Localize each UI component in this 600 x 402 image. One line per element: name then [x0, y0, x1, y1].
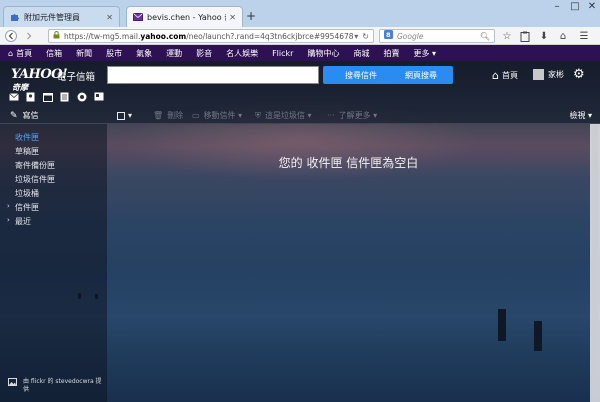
- hamburger-menu-icon[interactable]: ☰: [577, 29, 591, 43]
- ynav-celebrity[interactable]: 名人娛樂: [226, 48, 258, 59]
- newsfeed-icon[interactable]: [93, 91, 104, 102]
- close-icon[interactable]: ✕: [229, 13, 236, 22]
- chevron-right-icon[interactable]: ›: [7, 202, 10, 210]
- download-icon[interactable]: ⬇︎: [537, 29, 551, 43]
- messenger-icon[interactable]: [76, 91, 87, 102]
- url-bar[interactable]: https://tw-mg5.mail.yahoo.com/neo/launch…: [48, 29, 374, 43]
- yahoo-logo[interactable]: YAHOO! 奇摩: [6, 64, 68, 92]
- user-profile-link[interactable]: 家彬: [533, 69, 564, 80]
- browser-titlebar: 附加元件管理員 ✕ bevis.chen - Yahoo 奇摩... ✕ + –…: [0, 0, 600, 27]
- chevron-down-icon: ▾: [128, 111, 133, 120]
- folder-folders[interactable]: 信件匣: [15, 202, 39, 213]
- ynav-auction[interactable]: 拍賣: [383, 48, 399, 59]
- envelope-icon: [133, 12, 143, 22]
- ellipsis-icon: ···: [327, 111, 335, 120]
- scrollbar-thumb[interactable]: [592, 126, 598, 386]
- back-arrow-icon[interactable]: [4, 29, 18, 43]
- ynav-sports[interactable]: 運動: [166, 48, 182, 59]
- yahoo-nav-strip: ⌂ 首頁 信箱 新聞 股市 氣象 運動 影音 名人娛樂 Flickr 購物中心 商…: [0, 45, 600, 61]
- trash-icon: 🗑︎: [153, 111, 164, 120]
- ynav-video[interactable]: 影音: [196, 48, 212, 59]
- tab-title: bevis.chen - Yahoo 奇摩...: [147, 12, 226, 22]
- checkbox-icon: [117, 111, 125, 120]
- image-icon: [8, 378, 17, 386]
- tab-title: 附加元件管理員: [24, 12, 80, 22]
- ynav-shopping[interactable]: 購物中心: [307, 48, 339, 59]
- tab-yahoo-mail[interactable]: bevis.chen - Yahoo 奇摩... ✕: [126, 6, 243, 27]
- spam-button[interactable]: ⛨ 這是垃圾信 ▾: [255, 107, 312, 124]
- web-search-box[interactable]: 8 Google 🔍︎: [379, 29, 495, 43]
- new-tab-button[interactable]: +: [246, 9, 256, 23]
- ynav-mail[interactable]: 信箱: [46, 48, 62, 59]
- search-mail-button[interactable]: 搜尋信件: [323, 66, 399, 84]
- puzzle-icon: [10, 12, 20, 22]
- ynav-stocks[interactable]: 股市: [106, 48, 122, 59]
- magnifier-icon[interactable]: 🔍︎: [480, 32, 490, 41]
- mail-header: YAHOO! 奇摩 電子信箱 搜尋信件 網頁搜尋 ⌂ 首頁 家彬 ⚙: [0, 61, 600, 107]
- search-placeholder: Google: [397, 31, 424, 41]
- home-icon[interactable]: ⌂: [556, 29, 570, 43]
- folder-icon: ▭: [192, 111, 200, 120]
- ynav-more[interactable]: 更多 ▾: [413, 48, 436, 59]
- app-quick-links: [8, 91, 110, 102]
- folder-spam[interactable]: 垃圾信件匣: [15, 174, 55, 185]
- folder-recent[interactable]: 最近: [15, 216, 31, 227]
- view-sort-dropdown[interactable]: 檢視 ▾: [569, 107, 592, 124]
- message-list-area: 您的 收件匣 信件匣為空白: [107, 124, 590, 402]
- pencil-icon: ✎: [10, 110, 18, 121]
- tab-addons-manager[interactable]: 附加元件管理員 ✕: [3, 6, 120, 27]
- mail-search-input[interactable]: [107, 66, 319, 84]
- calendar-icon[interactable]: [42, 91, 53, 102]
- move-button[interactable]: ▭ 移動信件 ▾: [192, 107, 242, 124]
- ynav-weather[interactable]: 氣象: [136, 48, 152, 59]
- notepad-icon[interactable]: [59, 91, 70, 102]
- service-name: 電子信箱: [57, 72, 96, 83]
- dropdown-arrow-icon[interactable]: ▾: [354, 32, 358, 41]
- contacts-icon[interactable]: [25, 91, 36, 102]
- lock-icon: [53, 30, 60, 42]
- svg-text:8: 8: [386, 31, 391, 39]
- ynav-news[interactable]: 新聞: [76, 48, 92, 59]
- chevron-right-icon[interactable]: ›: [7, 216, 10, 224]
- search-web-button[interactable]: 網頁搜尋: [389, 66, 453, 84]
- url-text: https://tw-mg5.mail.yahoo.com/neo/launch…: [64, 31, 355, 41]
- ynav-home[interactable]: ⌂ 首頁: [8, 48, 32, 59]
- star-icon[interactable]: ☆: [500, 29, 514, 43]
- clipboard-icon[interactable]: [518, 29, 532, 43]
- home-icon: ⌂: [492, 69, 499, 82]
- compose-button[interactable]: ✎ 寫信: [0, 107, 107, 124]
- ynav-mall[interactable]: 商城: [353, 48, 369, 59]
- more-button[interactable]: ··· 了解更多 ▾: [327, 107, 377, 124]
- close-window-button[interactable]: ✕: [583, 1, 600, 12]
- select-all-checkbox[interactable]: ▾: [117, 107, 132, 124]
- close-icon[interactable]: ✕: [106, 13, 113, 22]
- delete-button[interactable]: 🗑︎ 刪除: [153, 107, 183, 124]
- ynav-flickr[interactable]: Flickr: [272, 49, 293, 58]
- photo-credit: 由 flickr 的 stevedocwra 提 供: [8, 378, 104, 394]
- home-icon: ⌂: [8, 48, 14, 58]
- folder-trash[interactable]: 垃圾桶: [15, 188, 39, 199]
- shield-icon: ⛨: [255, 110, 261, 120]
- empty-inbox-message: 您的 收件匣 信件匣為空白: [278, 156, 419, 170]
- forward-arrow-icon[interactable]: [22, 29, 36, 43]
- minimize-button[interactable]: –: [548, 1, 566, 12]
- reload-icon[interactable]: ↻: [362, 32, 369, 41]
- gear-icon[interactable]: ⚙: [573, 67, 585, 82]
- folder-sidebar: 收件匣 草稿匣 寄件備份匣 垃圾信件匣 垃圾桶 › 信件匣 › 最近 由 fli…: [0, 124, 107, 402]
- folder-drafts[interactable]: 草稿匣: [15, 146, 39, 157]
- folder-inbox[interactable]: 收件匣: [15, 132, 39, 143]
- page-scrollbar[interactable]: [590, 124, 600, 402]
- header-home-link[interactable]: ⌂ 首頁: [492, 69, 518, 82]
- folder-sent[interactable]: 寄件備份匣: [15, 160, 55, 171]
- mail-icon[interactable]: [8, 91, 19, 102]
- avatar: [533, 69, 544, 80]
- browser-navbar: https://tw-mg5.mail.yahoo.com/neo/launch…: [0, 27, 600, 45]
- google-icon: 8: [384, 30, 393, 42]
- mail-toolbar: ✎ 寫信 ▾ 🗑︎ 刪除 ▭ 移動信件 ▾ ⛨ 這是垃圾信 ▾ ··· 了解更多…: [0, 107, 600, 124]
- maximize-button[interactable]: □: [566, 1, 584, 12]
